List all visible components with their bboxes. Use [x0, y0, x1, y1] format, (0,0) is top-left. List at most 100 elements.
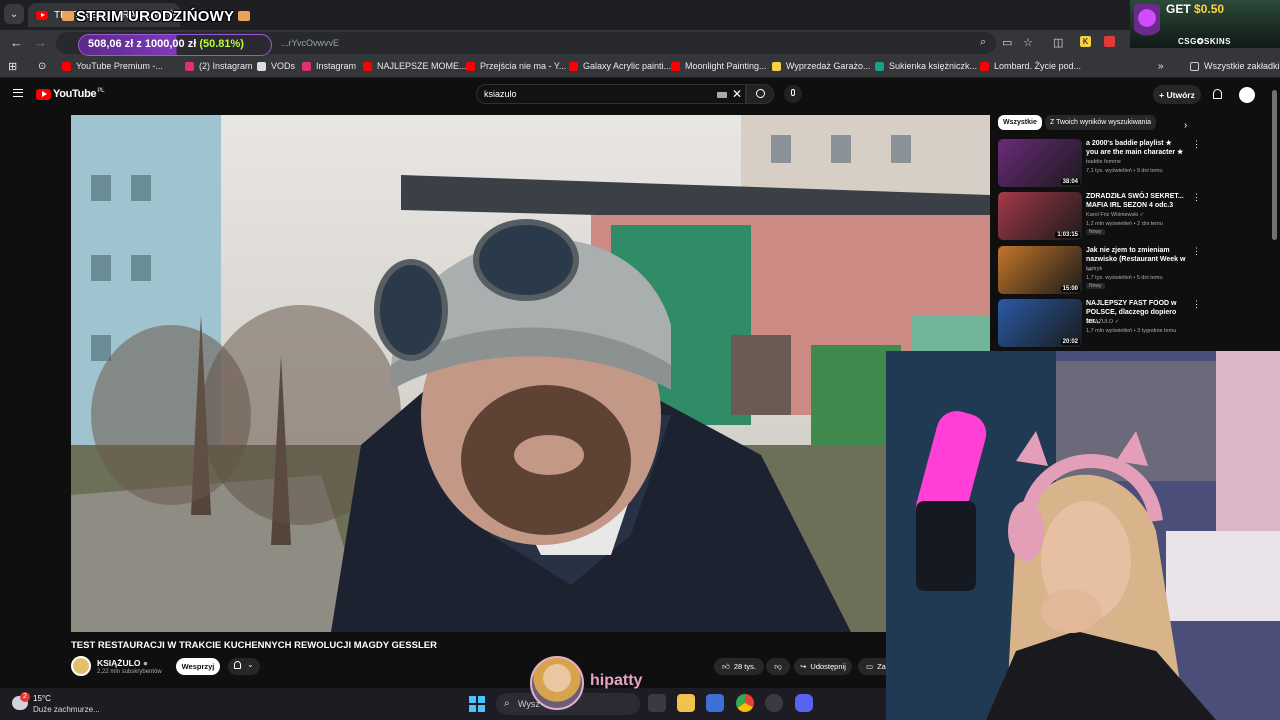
channel-name[interactable]: KSIĄŻULO ● [97, 658, 148, 668]
bookmark-item[interactable]: Instagram [302, 61, 356, 71]
bookmark-favicon-icon [302, 61, 311, 71]
bookmark-item[interactable]: Lombard. Życie pod... [980, 61, 1081, 71]
ad-brand: CSG✪SKINS [1178, 37, 1231, 46]
forward-icon[interactable]: → [34, 35, 47, 50]
video-duration: 20:02 [1060, 339, 1080, 345]
bookmark-item[interactable]: Wyprzedaż Garażo... [772, 61, 870, 71]
cake-icon [238, 11, 250, 21]
new-badge: Nowy [1086, 229, 1105, 235]
weather-badge: 2 [20, 692, 30, 702]
bookmark-favicon-icon [772, 61, 781, 71]
folder-icon [1190, 61, 1199, 71]
all-bookmarks-button[interactable]: Wszystkie zakładki [1190, 61, 1280, 71]
like-button[interactable]: 👍︎ 28 tys. [714, 658, 764, 675]
bookmark-favicon-icon [980, 61, 989, 71]
recommended-video-channel[interactable]: KSIĄŻULO ✓ [1086, 319, 1119, 325]
bookmark-favicon-icon [185, 61, 194, 71]
video-thumbnail[interactable]: 20:02 [998, 299, 1082, 347]
thumb-down-icon: 👎︎ [774, 661, 782, 671]
windows-start-icon[interactable] [469, 696, 485, 712]
chevron-right-icon[interactable]: › [1184, 120, 1187, 131]
bookmark-favicon-icon [257, 61, 266, 71]
save-icon: ▭ [866, 662, 874, 671]
apps-grid-icon[interactable]: ⊞ [8, 60, 17, 73]
more-bookmarks-icon[interactable]: » [1158, 61, 1164, 72]
extension-icon[interactable]: ◫ [1053, 36, 1063, 49]
dislike-button[interactable]: 👎︎ [766, 658, 790, 675]
scrollbar[interactable] [1272, 90, 1277, 240]
discord-icon[interactable] [795, 694, 813, 712]
extension-k-icon[interactable]: K [1080, 36, 1091, 47]
recommended-video[interactable]: 20:02 NAJLEPSZY FAST FOOD w POLSCE, dlacz… [998, 299, 1268, 349]
bookmark-label: VODs [271, 61, 296, 71]
recommended-video-meta: 1,7 tys. wyświetleń • 5 dni temu [1086, 275, 1163, 281]
extension-red-icon[interactable] [1104, 36, 1115, 47]
recommended-video-channel[interactable]: baddie femme [1086, 159, 1121, 165]
video-thumbnail[interactable]: 38:04 [998, 139, 1082, 187]
video-thumbnail[interactable]: 1:03:15 [998, 192, 1082, 240]
channel-avatar[interactable] [71, 656, 91, 676]
file-explorer-icon[interactable] [677, 694, 695, 712]
menu-icon[interactable] [13, 89, 23, 97]
bookmark-item[interactable]: (2) Instagram [185, 61, 253, 71]
cast-icon[interactable]: ▭ [1002, 36, 1012, 49]
keyboard-icon[interactable] [717, 92, 727, 98]
zoom-icon[interactable]: ⌕ [980, 36, 986, 49]
create-button[interactable]: + Utwórz [1153, 85, 1201, 104]
more-options-icon[interactable]: ⋮ [1192, 139, 1201, 150]
share-button[interactable]: ↪ Udostępnij [794, 658, 852, 675]
recommended-video[interactable]: 38:04 a 2000's baddie playlist ★ you are … [998, 139, 1268, 189]
youtube-favicon-icon [36, 10, 48, 20]
more-options-icon[interactable]: ⋮ [1192, 192, 1201, 203]
bookmark-label: Wyprzedaż Garażo... [786, 61, 871, 71]
notifications-bell-icon[interactable] [1213, 89, 1222, 99]
address-bar-text: ...rYvcOvwvvE [281, 38, 340, 48]
clear-search-icon[interactable]: ✕ [732, 87, 742, 101]
bell-icon [234, 661, 241, 669]
more-options-icon[interactable]: ⋮ [1192, 299, 1201, 310]
recommended-video-title[interactable]: a 2000's baddie playlist ★ you are the m… [1086, 139, 1186, 157]
task-view-icon[interactable] [648, 694, 666, 712]
app-icon[interactable] [765, 694, 783, 712]
chrome-page-icon[interactable]: ⊙ [38, 61, 46, 72]
back-icon[interactable]: ← [10, 35, 23, 50]
recommended-video[interactable]: 15:00 Jak nie zjem to zmieniam nazwisko (… [998, 246, 1268, 296]
bookmark-favicon-icon [671, 61, 680, 71]
share-icon: ↪ [800, 662, 807, 671]
recommended-video-channel[interactable]: typtryk [1086, 266, 1102, 272]
support-button[interactable]: Wesprzyj [176, 658, 220, 675]
subscription-bell-button[interactable]: ⌄ [228, 658, 260, 675]
bookmark-item[interactable]: Przejścia nie ma - Y... [466, 61, 566, 71]
csgo-skins-ad[interactable]: GET $0.50 CSG✪SKINS [1130, 0, 1280, 48]
chip-all[interactable]: Wszystkie [998, 115, 1042, 130]
video-thumbnail[interactable]: 15:00 [998, 246, 1082, 294]
recommended-video-channel[interactable]: Karol Friz Wiśniewski ✓ [1086, 212, 1144, 218]
bookmark-favicon-icon [466, 61, 475, 71]
bookmark-item[interactable]: Moonlight Painting... [671, 61, 767, 71]
bookmarks-bar: ⊞ ⊙ YouTube Premium -... (2) Instagram VOD… [0, 56, 1280, 78]
account-avatar[interactable] [1239, 87, 1255, 103]
video-frame-image [71, 115, 990, 632]
microphone-icon [791, 89, 795, 96]
recommended-video-meta: 1,7 mln wyświetleń • 3 tygodnie temu [1086, 328, 1177, 334]
chip-your-results[interactable]: Z Twoich wyników wyszukiwania [1045, 115, 1157, 130]
viewer-avatar [530, 656, 584, 710]
bookmark-favicon-icon [569, 61, 578, 71]
recommended-video[interactable]: 1:03:15 ZDRADZIŁA SWÓJ SEKRET... MAFIA IR… [998, 192, 1268, 242]
bookmark-item[interactable]: Sukienka księżniczk... [875, 61, 977, 71]
recommended-video-title[interactable]: ZDRADZIŁA SWÓJ SEKRET... MAFIA IRL SEZON… [1086, 192, 1186, 210]
bookmark-favicon-icon [62, 61, 71, 71]
youtube-logo[interactable]: YouTube PL [36, 88, 105, 100]
bookmark-star-icon[interactable]: ☆ [1023, 36, 1033, 49]
streamer-webcam [886, 351, 1280, 720]
more-options-icon[interactable]: ⋮ [1192, 246, 1201, 257]
chrome-icon[interactable] [736, 694, 754, 712]
video-player[interactable] [71, 115, 990, 632]
tab-search-button[interactable]: ⌄ [4, 4, 24, 24]
bookmark-item[interactable]: Galaxy Acrylic painti... [569, 61, 671, 71]
bookmark-item[interactable]: VODs [257, 61, 295, 71]
store-icon[interactable] [706, 694, 724, 712]
bookmark-item[interactable]: YouTube Premium -... [62, 61, 163, 71]
verified-icon: ● [142, 658, 148, 668]
bookmark-item[interactable]: NAJLEPSZE MOME... [363, 61, 467, 71]
